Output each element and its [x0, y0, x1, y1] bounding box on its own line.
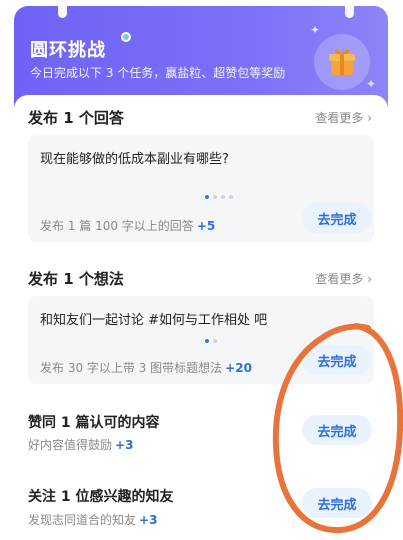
complete-button[interactable]: 去完成 [302, 345, 372, 375]
task-panel: 发布 1 个回答 查看更多 › 现在能够做的低成本副业有哪些? 发布 1 篇 1… [14, 95, 388, 540]
carousel-dot [205, 195, 209, 199]
task-title-follow: 关注 1 位感兴趣的知友 [28, 489, 174, 505]
binder-ring [345, 6, 354, 18]
complete-button[interactable]: 去完成 [302, 488, 372, 518]
sparkle-icon: ✦ [310, 23, 321, 37]
task-description: 好内容值得鼓励 +3 [28, 436, 133, 453]
challenge-page: 圆环挑战 今日完成以下 3 个任务，赢盐粒、超赞包等奖励 ✦ ✦ 发布 1 个回… [0, 0, 403, 540]
sparkle-icon: ✦ [366, 77, 377, 91]
task-description: 发布 1 篇 100 字以上的回答 +5 [40, 217, 215, 234]
reward-value: +3 [115, 438, 134, 452]
complete-button[interactable]: 去完成 [302, 415, 372, 445]
gift-icon [329, 49, 355, 75]
reward-value: +3 [139, 513, 158, 527]
carousel-dot [221, 195, 225, 199]
page-subtitle: 今日完成以下 3 个任务，赢盐粒、超赞包等奖励 [30, 66, 286, 80]
section-title-answer: 发布 1 个回答 [28, 109, 124, 127]
task-description-text: 好内容值得鼓励 [28, 438, 113, 452]
task-card-thought[interactable]: 和知友们一起讨论 #如何与工作相处 吧 发布 30 字以上带 3 图带标题想法 +… [28, 296, 374, 384]
page-title: 圆环挑战 [30, 40, 106, 61]
carousel-dot [205, 339, 209, 343]
task-description: 发现志同道合的知友 +3 [28, 511, 157, 528]
title-dot-icon [121, 32, 131, 42]
task-description: 发布 30 字以上带 3 图带标题想法 +20 [40, 359, 252, 376]
binder-ring [58, 6, 67, 18]
section-title-thought: 发布 1 个想法 [28, 270, 124, 288]
complete-button[interactable]: 去完成 [302, 203, 372, 233]
carousel-dot [229, 195, 233, 199]
carousel-dot [213, 339, 217, 343]
task-description-text: 发现志同道合的知友 [28, 513, 137, 527]
reward-value: +20 [225, 361, 252, 375]
task-description-text: 发布 1 篇 100 字以上的回答 [40, 219, 194, 233]
carousel-dots [205, 339, 217, 343]
question-text[interactable]: 现在能够做的低成本副业有哪些? [40, 148, 229, 167]
carousel-dot [213, 195, 217, 199]
carousel-dots [205, 195, 233, 199]
topic-text[interactable]: 和知友们一起讨论 #如何与工作相处 吧 [40, 309, 267, 328]
gift-badge [314, 34, 370, 90]
task-card-answer[interactable]: 现在能够做的低成本副业有哪些? 发布 1 篇 100 字以上的回答 +5 去完成 [28, 135, 374, 242]
see-more-link[interactable]: 查看更多 › [315, 109, 372, 126]
see-more-link[interactable]: 查看更多 › [315, 270, 372, 287]
task-description-text: 发布 30 字以上带 3 图带标题想法 [40, 361, 223, 375]
reward-value: +5 [196, 219, 216, 233]
task-title-upvote: 赞同 1 篇认可的内容 [28, 415, 160, 431]
